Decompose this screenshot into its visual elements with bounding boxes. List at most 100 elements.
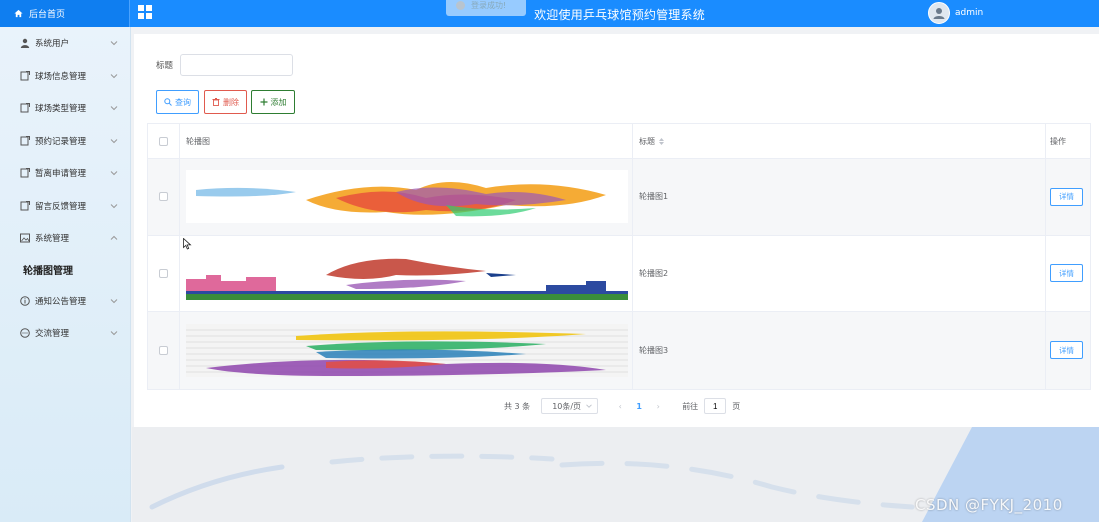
sidebar-item-label: 球场信息管理 xyxy=(35,71,87,82)
chevron-down-icon xyxy=(110,41,118,46)
table-row: 轮播图1 详情 xyxy=(148,159,1090,236)
header-title-cell[interactable]: 标题 xyxy=(633,124,1046,158)
chevron-up-icon xyxy=(110,235,118,240)
sidebar-item-label: 通知公告管理 xyxy=(35,296,87,307)
watermark: CSDN @FYKJ_2010 xyxy=(915,496,1063,514)
search-icon xyxy=(164,98,172,106)
sidebar-subitem-carousel[interactable]: 轮播图管理 xyxy=(0,255,130,285)
chevron-down-icon xyxy=(586,404,592,408)
select-all-checkbox[interactable] xyxy=(159,136,168,146)
table-header-row: 轮播图 标题 操作 xyxy=(148,124,1090,159)
info-icon xyxy=(20,295,30,306)
query-button[interactable]: 查询 xyxy=(156,90,199,114)
top-header: 后台首页 登录成功! 欢迎使用乒乓球馆预约管理系统 admin xyxy=(0,0,1099,27)
sidebar-item-label: 预约记录管理 xyxy=(35,136,87,147)
query-button-label: 查询 xyxy=(175,97,191,107)
chevron-down-icon xyxy=(110,106,118,111)
chat-icon xyxy=(20,328,30,339)
user-avatar-icon xyxy=(933,8,945,19)
detail-button[interactable]: 详情 xyxy=(1050,187,1083,206)
document-icon xyxy=(20,103,30,113)
carousel-image-2 xyxy=(186,246,628,300)
detail-button[interactable]: 详情 xyxy=(1050,341,1083,360)
row-checkbox[interactable] xyxy=(159,345,168,355)
row-checkbox[interactable] xyxy=(159,192,168,202)
carousel-image-1 xyxy=(186,170,628,224)
table-row: 轮播图2 详情 xyxy=(148,235,1090,312)
carousel-table: 轮播图 标题 操作 轮播图1 详情 轮播图2 详情 轮播图3 详情 xyxy=(147,123,1091,390)
goto-page-input[interactable] xyxy=(704,398,727,414)
sidebar-item-label: 交流管理 xyxy=(35,329,70,340)
picture-icon xyxy=(20,233,30,243)
row-checkbox-cell xyxy=(148,312,180,389)
operation-cell: 详情 xyxy=(1046,312,1090,389)
detail-button[interactable]: 详情 xyxy=(1050,264,1083,283)
plus-icon xyxy=(260,98,267,106)
carousel-image-3 xyxy=(186,323,628,377)
sidebar-item-label: 留言反馈管理 xyxy=(35,201,87,212)
header-image: 轮播图 xyxy=(180,124,633,158)
sort-icon[interactable] xyxy=(659,137,664,145)
sidebar-item-label: 球场类型管理 xyxy=(35,104,87,115)
user-icon xyxy=(20,38,30,49)
sidebar-item-system-management[interactable]: 系统管理 xyxy=(0,222,130,255)
sidebar-item-feedback[interactable]: 留言反馈管理 xyxy=(0,190,130,223)
page-size-value: 10条/页 xyxy=(552,401,582,411)
avatar[interactable] xyxy=(928,2,950,24)
chevron-down-icon xyxy=(110,73,118,78)
row-checkbox-cell xyxy=(148,159,180,235)
sidebar-item-court-info[interactable]: 球场信息管理 xyxy=(0,60,130,93)
add-button-label: 添加 xyxy=(270,97,287,107)
title-search-input[interactable] xyxy=(180,54,294,76)
document-icon xyxy=(20,168,30,178)
sidebar: 系统用户 球场信息管理 球场类型管理 预约记录管理 暂离申请管理 留言反馈管理 … xyxy=(0,27,131,522)
next-page-button[interactable]: › xyxy=(652,402,664,411)
sidebar-subitem-label: 轮播图管理 xyxy=(23,266,73,277)
goto-label: 前往 xyxy=(682,401,699,411)
sidebar-item-label: 暂离申请管理 xyxy=(35,169,87,180)
sidebar-item-label: 系统管理 xyxy=(35,234,70,245)
document-icon xyxy=(20,200,30,211)
row-title: 轮播图1 xyxy=(633,159,1046,235)
delete-button-label: 删除 xyxy=(223,97,239,107)
total-count: 共 3 条 xyxy=(504,401,531,411)
page-suffix: 页 xyxy=(732,401,741,411)
row-title: 轮播图3 xyxy=(633,312,1046,389)
mouse-cursor-icon xyxy=(183,238,192,250)
image-cell xyxy=(180,159,633,235)
sidebar-item-leave-requests[interactable]: 暂离申请管理 xyxy=(0,157,130,190)
image-cell xyxy=(180,235,633,311)
main-panel: 标题 查询 删除 添加 轮播图 标题 操作 轮播图1 详情 轮播图2 详情 轮播… xyxy=(134,34,1099,427)
header-checkbox-cell xyxy=(148,124,180,158)
prev-page-button[interactable]: ‹ xyxy=(614,402,626,411)
header-operation: 操作 xyxy=(1050,136,1066,146)
page-size-select[interactable]: 10条/页 xyxy=(541,398,599,414)
page-number[interactable]: 1 xyxy=(632,402,646,411)
sidebar-item-announcements[interactable]: 通知公告管理 xyxy=(0,285,130,318)
row-checkbox[interactable] xyxy=(159,268,168,278)
row-title: 轮播图2 xyxy=(633,235,1046,311)
sidebar-item-label: 系统用户 xyxy=(35,39,70,50)
chevron-down-icon xyxy=(110,171,118,176)
delete-button[interactable]: 删除 xyxy=(204,90,247,114)
chevron-down-icon xyxy=(110,138,118,143)
user-menu[interactable]: admin xyxy=(928,2,983,24)
add-button[interactable]: 添加 xyxy=(251,90,295,114)
header-title: 标题 xyxy=(639,136,655,146)
sidebar-item-court-type[interactable]: 球场类型管理 xyxy=(0,92,130,125)
sidebar-item-communication[interactable]: 交流管理 xyxy=(0,317,130,350)
row-checkbox-cell xyxy=(148,235,180,311)
search-label: 标题 xyxy=(156,61,174,71)
pagination: 共 3 条 10条/页 ‹ 1 › 前往 页 xyxy=(504,398,740,414)
document-icon xyxy=(20,135,30,146)
username: admin xyxy=(955,8,984,18)
table-row: 轮播图3 详情 xyxy=(148,312,1090,389)
search-row: 标题 xyxy=(156,54,294,76)
operation-cell: 详情 xyxy=(1046,159,1090,235)
sidebar-item-system-users[interactable]: 系统用户 xyxy=(0,27,130,60)
image-cell xyxy=(180,312,633,389)
document-icon xyxy=(20,70,30,81)
chevron-down-icon xyxy=(110,203,118,208)
operation-cell: 详情 xyxy=(1046,236,1090,312)
sidebar-item-booking-records[interactable]: 预约记录管理 xyxy=(0,125,130,158)
